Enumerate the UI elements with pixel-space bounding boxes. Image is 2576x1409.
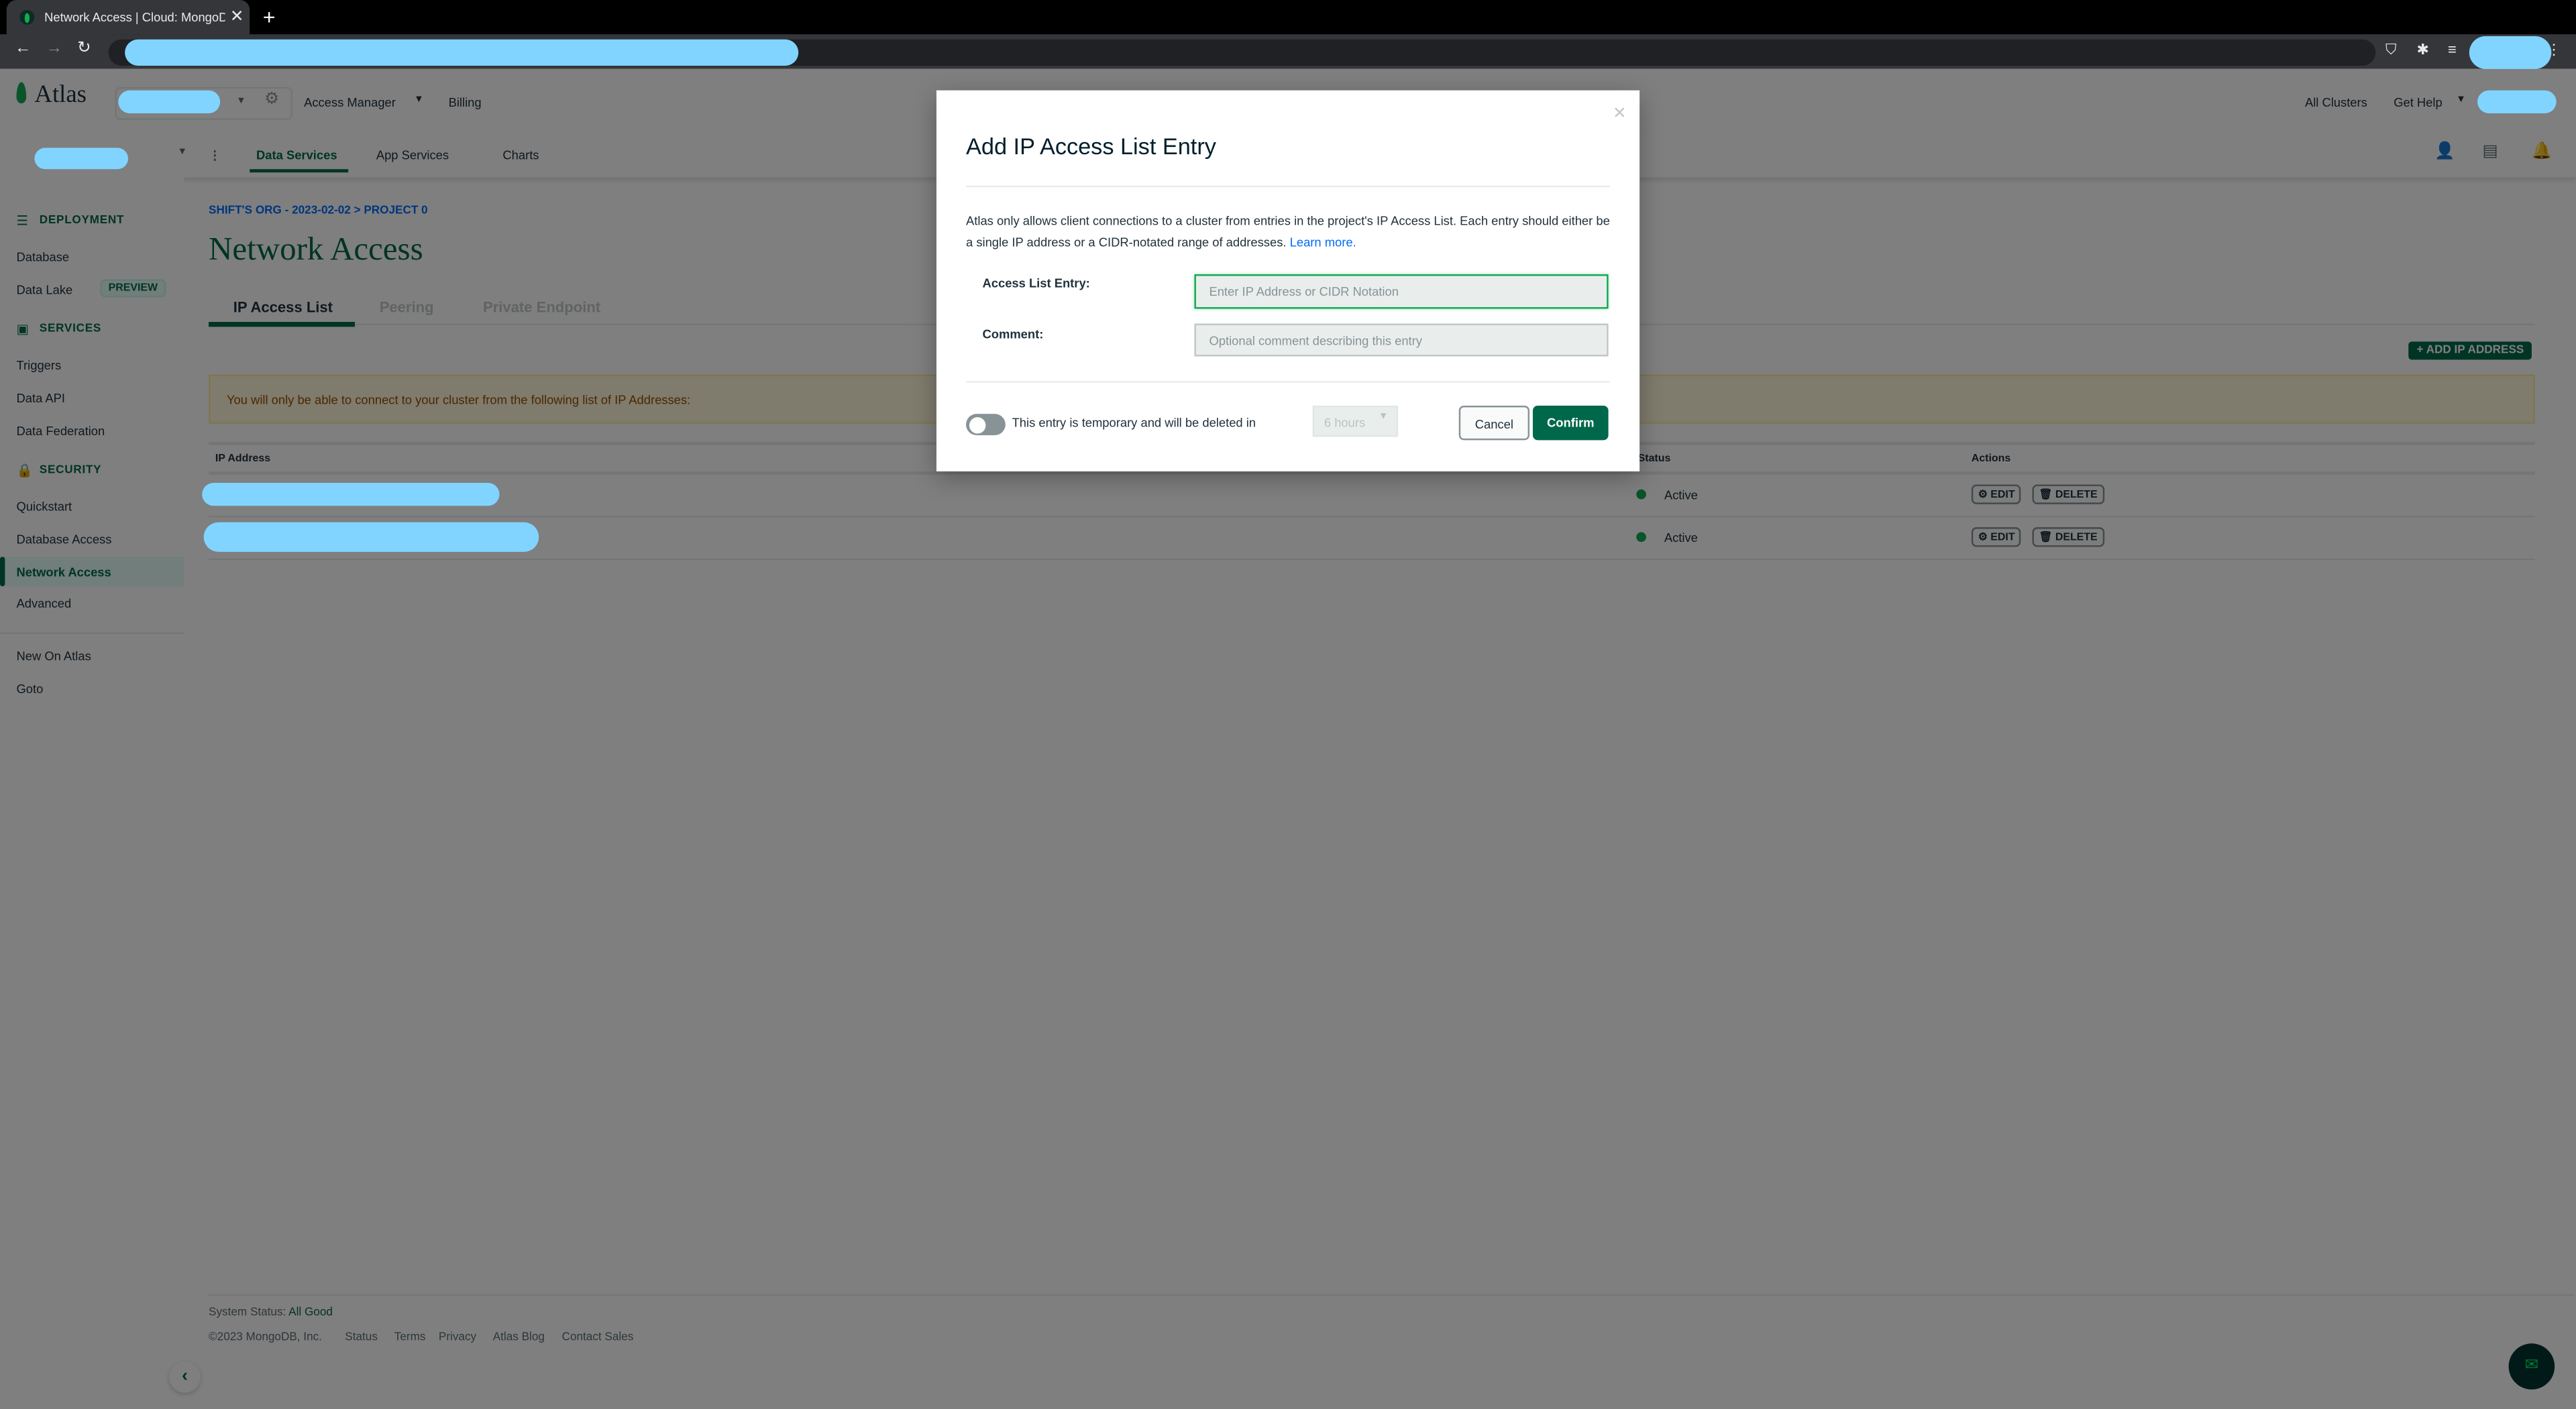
close-icon[interactable]: ✕ — [1613, 105, 1627, 123]
redacted-project-name — [34, 148, 129, 170]
comment-input[interactable] — [1194, 323, 1609, 357]
duration-value: 6 hours — [1324, 415, 1366, 431]
browser-tab[interactable]: Network Access | Cloud: MongoDB Cloud ✕ — [6, 0, 250, 35]
extensions-puzzle-icon[interactable]: ✱ — [2416, 41, 2428, 59]
tab-title: Network Access | Cloud: MongoDB Cloud — [44, 9, 225, 25]
description-text: Atlas only allows client connections to … — [966, 213, 1610, 249]
access-list-entry-label: Access List Entry: — [982, 276, 1090, 291]
modal-description: Atlas only allows client connections to … — [966, 212, 1610, 253]
redacted-user — [2477, 90, 2557, 113]
back-icon[interactable]: ← — [15, 40, 31, 58]
duration-select[interactable]: 6 hours ▼ — [1312, 405, 1399, 437]
divider — [966, 185, 1611, 188]
redacted-url — [125, 39, 799, 66]
redacted-profile — [2469, 36, 2552, 69]
tab-strip — [0, 0, 2576, 35]
mongodb-leaf-icon — [19, 9, 35, 25]
modal-title: Add IP Access List Entry — [966, 133, 1216, 160]
add-ip-modal: ✕ Add IP Access List Entry Atlas only al… — [936, 90, 1640, 471]
learn-more-link[interactable]: Learn more. — [1290, 234, 1356, 249]
comment-label: Comment: — [982, 327, 1044, 342]
reload-icon[interactable]: ↻ — [77, 40, 91, 58]
browser-window: Network Access | Cloud: MongoDB Cloud ✕ … — [0, 0, 2576, 1409]
redacted-ip-address — [202, 483, 500, 506]
temporary-entry-toggle[interactable] — [966, 414, 1006, 435]
media-queue-icon[interactable]: ≡ — [2448, 41, 2457, 57]
chevron-down-icon: ▼ — [1378, 412, 1389, 422]
shield-extension-icon[interactable]: ⛉ — [2385, 41, 2397, 59]
new-tab-button[interactable]: + — [263, 0, 276, 34]
temporary-entry-label: This entry is temporary and will be dele… — [1012, 415, 1256, 431]
access-list-entry-input[interactable] — [1194, 274, 1609, 309]
redacted-org-name — [118, 90, 221, 113]
close-tab-icon[interactable]: ✕ — [230, 0, 244, 34]
forward-icon[interactable]: → — [46, 40, 62, 58]
redacted-ip-address — [203, 522, 539, 552]
confirm-button[interactable]: Confirm — [1532, 405, 1609, 441]
divider — [966, 381, 1611, 383]
cancel-button[interactable]: Cancel — [1458, 405, 1530, 441]
